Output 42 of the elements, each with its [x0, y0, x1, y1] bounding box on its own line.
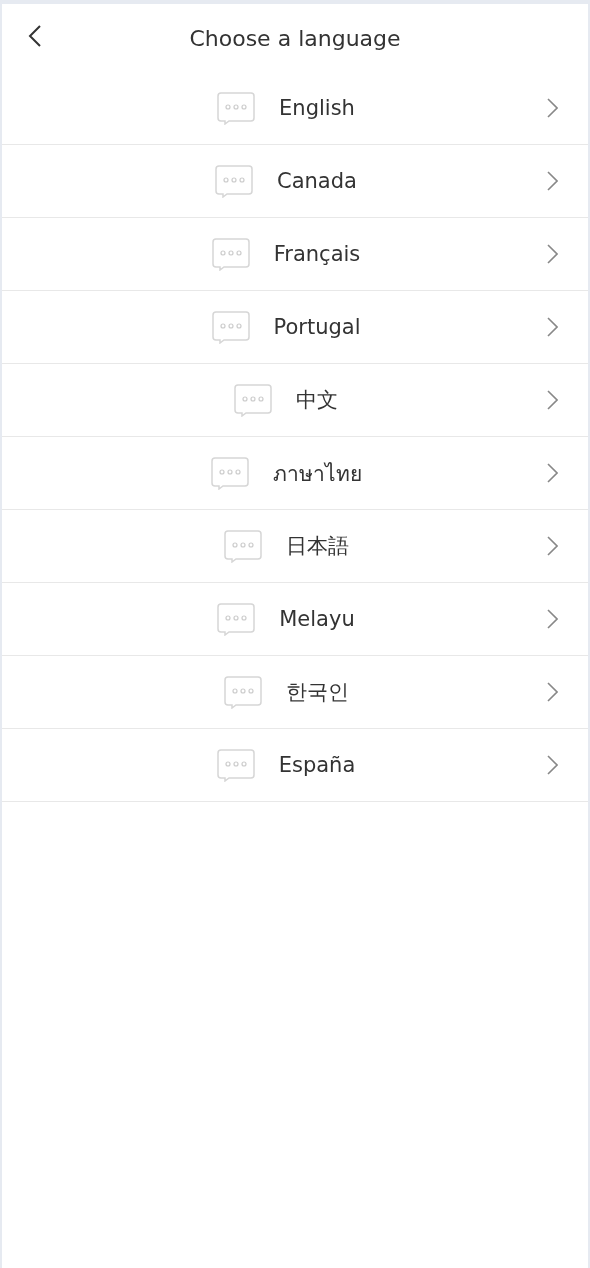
back-button[interactable]: [28, 24, 42, 48]
chat-bubble-icon: [216, 748, 255, 782]
chat-bubble-icon: [211, 310, 250, 344]
chat-bubble-icon: [217, 91, 256, 125]
chat-bubble-icon: [211, 237, 250, 271]
language-item[interactable]: Melayu: [2, 583, 588, 656]
chevron-right-icon: [547, 98, 558, 118]
chevron-right-icon: [547, 171, 558, 191]
language-item[interactable]: 中文: [2, 364, 588, 437]
language-name: Français: [273, 242, 361, 266]
language-name: España: [278, 753, 356, 777]
chevron-right-icon: [547, 536, 558, 556]
chat-bubble-icon: [215, 164, 254, 198]
language-name: 中文: [296, 387, 338, 414]
chevron-right-icon: [547, 755, 558, 775]
language-name: ภาษาไทย: [272, 460, 362, 488]
page-title: Choose a language: [189, 25, 401, 51]
language-item[interactable]: Portugal: [2, 291, 588, 364]
language-item[interactable]: España: [2, 729, 588, 802]
chevron-right-icon: [547, 244, 558, 264]
chat-bubble-icon: [234, 383, 272, 417]
language-item[interactable]: ภาษาไทย: [2, 437, 588, 510]
chat-bubble-icon: [223, 675, 262, 709]
chevron-right-icon: [547, 682, 558, 702]
language-name: English: [279, 96, 355, 120]
language-name: Portugal: [273, 315, 361, 339]
language-name: Canada: [277, 169, 357, 193]
language-item[interactable]: Français: [2, 218, 588, 291]
chevron-right-icon: [547, 463, 558, 483]
chevron-right-icon: [547, 317, 558, 337]
language-item[interactable]: English: [2, 72, 588, 145]
chat-bubble-icon: [210, 456, 249, 490]
language-name: 한국인: [285, 679, 349, 706]
language-name: Melayu: [279, 607, 355, 631]
chevron-right-icon: [547, 609, 558, 629]
language-item[interactable]: 日本語: [2, 510, 588, 583]
language-item[interactable]: Canada: [2, 145, 588, 218]
language-name: 日本語: [285, 533, 349, 560]
chat-bubble-icon: [217, 602, 256, 636]
chevron-right-icon: [547, 390, 558, 410]
chat-bubble-icon: [223, 529, 262, 563]
language-item[interactable]: 한국인: [2, 656, 588, 729]
